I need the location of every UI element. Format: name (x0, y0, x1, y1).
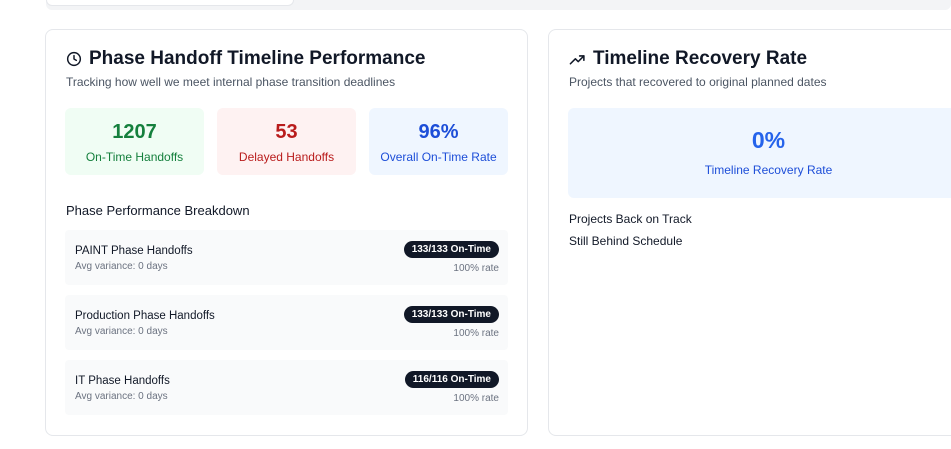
stat-label: Delayed Handoffs (238, 150, 335, 164)
phase-handoff-subtitle: Tracking how well we meet internal phase… (66, 75, 396, 89)
timeline-recovery-card: Timeline Recovery Rate Projects that rec… (548, 29, 951, 436)
phase-rate: 100% rate (453, 328, 499, 339)
phase-handoff-card: Phase Handoff Timeline Performance Track… (45, 29, 528, 436)
phase-variance: Avg variance: 0 days (75, 391, 168, 402)
recovery-rate-value: 0% (751, 127, 786, 153)
recovery-rate-stat: 0% Timeline Recovery Rate (568, 108, 951, 198)
projects-back-on-track: Projects Back on Track (569, 212, 692, 226)
on-time-handoffs-stat: 1207 On-Time Handoffs (65, 108, 204, 175)
delayed-handoffs-stat: 53 Delayed Handoffs (217, 108, 356, 175)
top-tab-bar (46, 0, 951, 10)
on-time-badge: 133/133 On-Time (403, 241, 499, 258)
on-time-badge: 133/133 On-Time (403, 306, 499, 323)
recovery-rate-label: Timeline Recovery Rate (704, 163, 833, 177)
stat-value: 96% (418, 121, 459, 143)
phase-row-it: IT Phase Handoffs Avg variance: 0 days 1… (65, 360, 508, 415)
phase-variance: Avg variance: 0 days (75, 326, 168, 337)
timeline-recovery-title: Timeline Recovery Rate (569, 48, 807, 70)
phase-row-paint: PAINT Phase Handoffs Avg variance: 0 day… (65, 230, 508, 285)
trending-up-icon (569, 51, 586, 68)
timeline-recovery-title-text: Timeline Recovery Rate (593, 48, 808, 69)
timeline-recovery-subtitle: Projects that recovered to original plan… (569, 75, 827, 89)
phase-name: PAINT Phase Handoffs (75, 245, 193, 257)
phase-handoff-title: Phase Handoff Timeline Performance (66, 48, 425, 70)
stat-label: Overall On-Time Rate (380, 150, 497, 164)
on-time-badge: 116/116 On-Time (404, 371, 499, 388)
on-time-rate-stat: 96% Overall On-Time Rate (369, 108, 508, 175)
phase-variance: Avg variance: 0 days (75, 261, 168, 272)
still-behind-schedule: Still Behind Schedule (569, 234, 683, 248)
phase-row-production: Production Phase Handoffs Avg variance: … (65, 295, 508, 350)
stat-value: 1207 (112, 121, 157, 143)
stat-label: On-Time Handoffs (85, 150, 184, 164)
phase-handoff-title-text: Phase Handoff Timeline Performance (89, 48, 426, 69)
clock-icon (66, 51, 82, 67)
phase-name: IT Phase Handoffs (75, 375, 170, 387)
phase-name: Production Phase Handoffs (75, 310, 215, 322)
breakdown-title: Phase Performance Breakdown (66, 203, 250, 218)
active-tab[interactable] (46, 0, 294, 6)
phase-rate: 100% rate (453, 263, 499, 274)
stat-value: 53 (275, 121, 298, 143)
phase-rate: 100% rate (453, 393, 499, 404)
